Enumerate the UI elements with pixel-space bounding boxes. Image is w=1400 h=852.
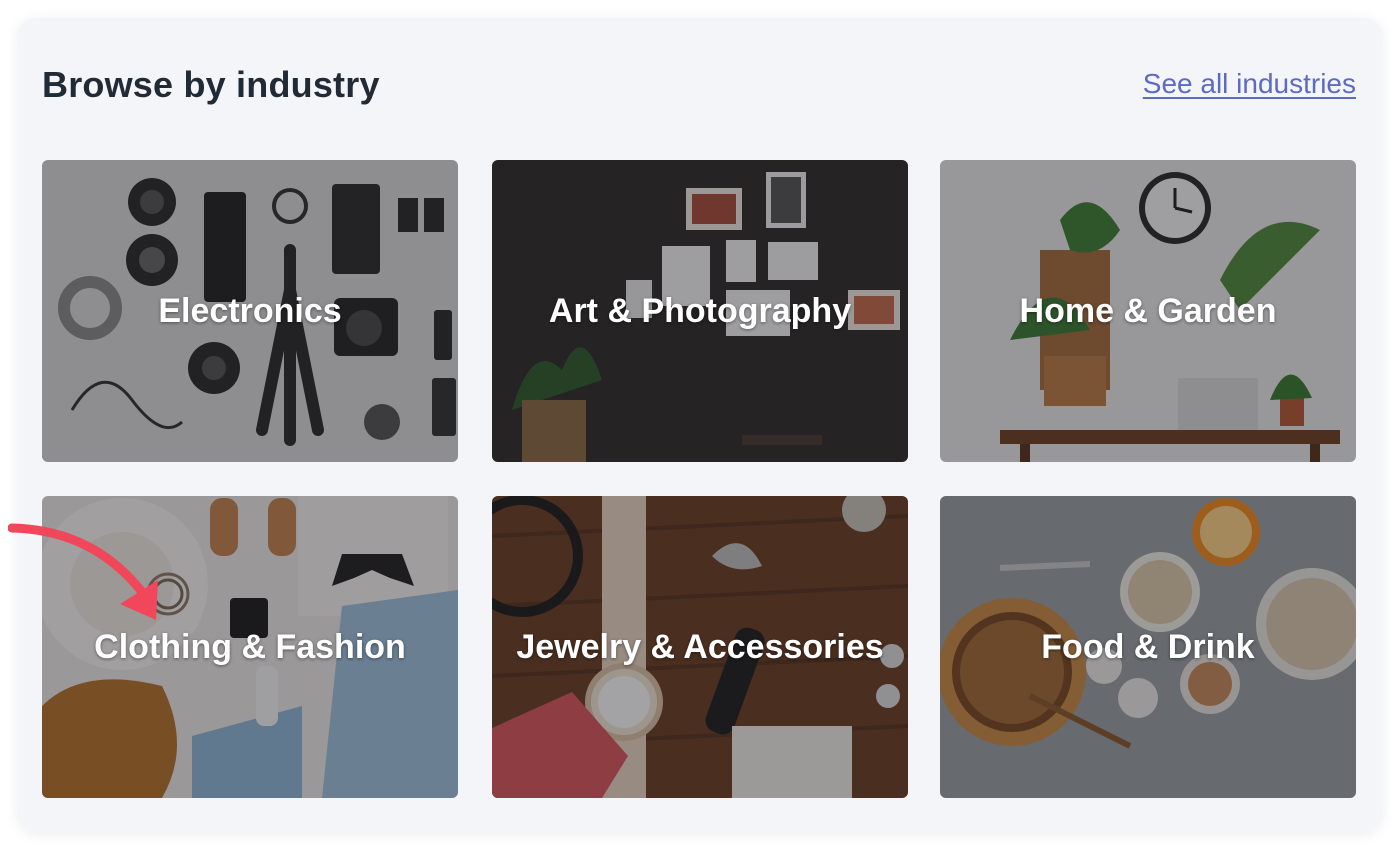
industry-card-home-garden[interactable]: Home & Garden — [940, 160, 1356, 462]
industry-label: Food & Drink — [1041, 628, 1255, 666]
industry-card-electronics[interactable]: Electronics — [42, 160, 458, 462]
section-title: Browse by industry — [42, 64, 380, 105]
annotation-arrow-icon — [8, 523, 158, 620]
industry-label: Home & Garden — [1019, 292, 1277, 330]
industry-label: Art & Photography — [548, 292, 852, 330]
see-all-industries-link[interactable]: See all industries — [1143, 68, 1356, 100]
industry-card-food-drink[interactable]: Food & Drink — [940, 496, 1356, 798]
industry-label: Jewelry & Accessories — [516, 628, 884, 666]
industry-card-jewelry-accessories[interactable]: Jewelry & Accessories — [492, 496, 908, 798]
industry-card-art-photography[interactable]: Art & Photography — [492, 160, 908, 462]
industry-label: Electronics — [158, 292, 342, 330]
industry-label: Clothing & Fashion — [94, 628, 406, 666]
